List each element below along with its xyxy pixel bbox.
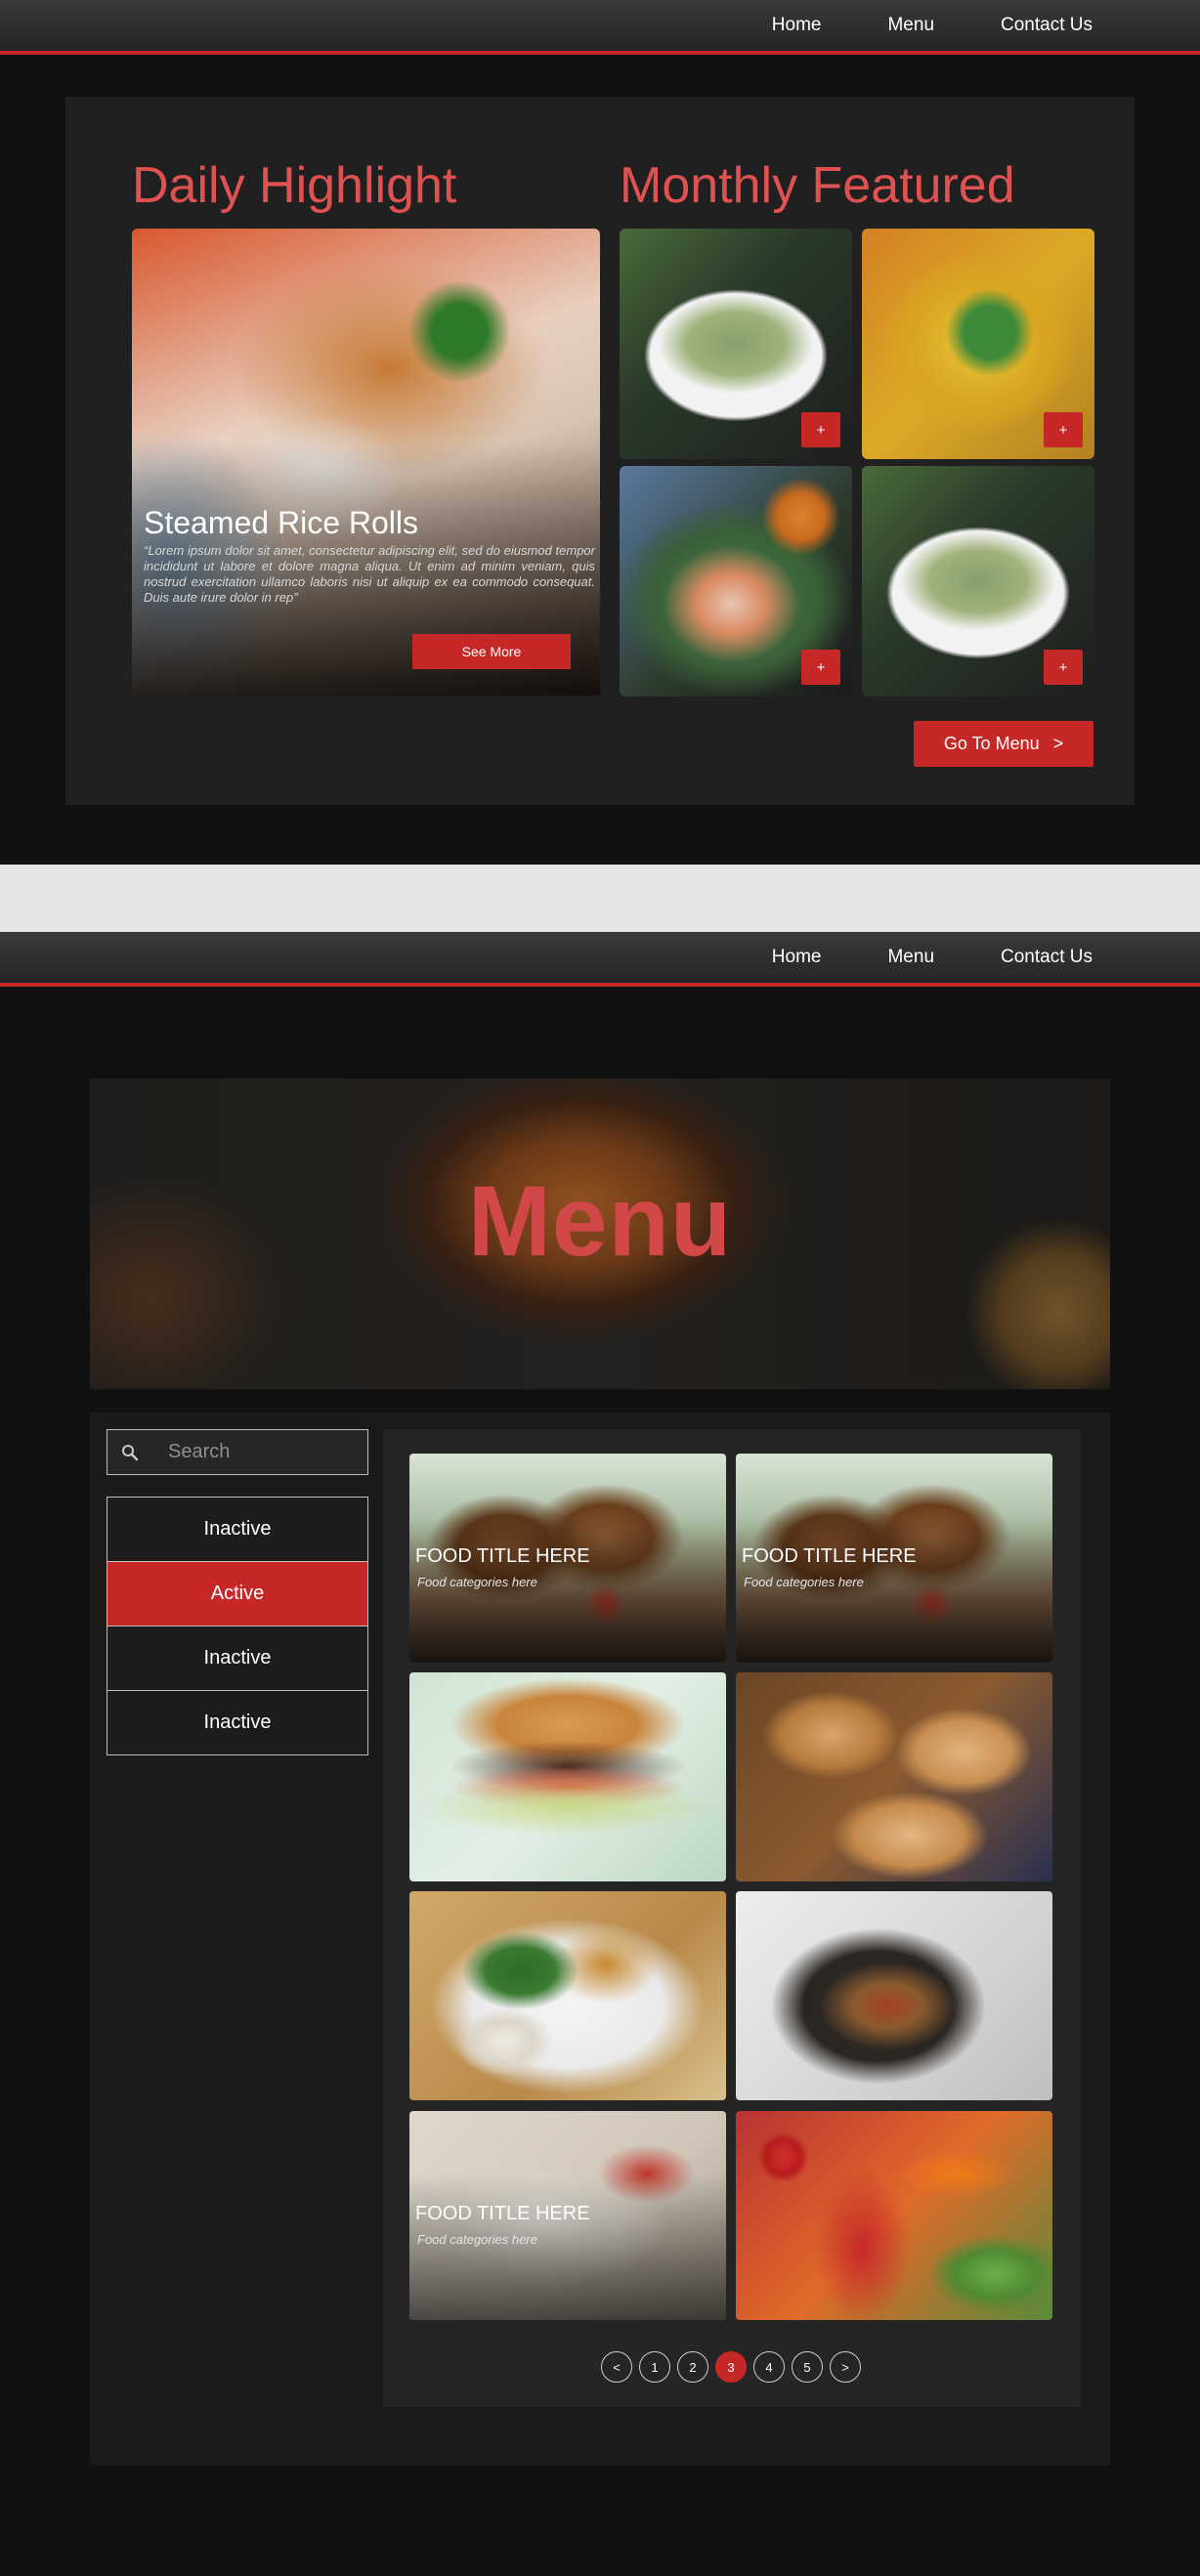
daily-highlight-heading: Daily Highlight bbox=[132, 157, 457, 214]
category-item[interactable]: Inactive bbox=[107, 1497, 368, 1562]
pagination-page-button[interactable]: 1 bbox=[639, 2351, 670, 2383]
menu-hero-banner: Menu bbox=[90, 1078, 1110, 1389]
food-tile[interactable] bbox=[409, 1891, 726, 2100]
category-item[interactable]: Inactive bbox=[107, 1626, 368, 1691]
food-tile[interactable] bbox=[736, 1672, 1052, 1881]
nav-contact-link[interactable]: Contact Us bbox=[1001, 15, 1093, 36]
add-button[interactable]: + bbox=[801, 650, 840, 685]
add-button[interactable]: + bbox=[1044, 412, 1083, 447]
nav-menu-link[interactable]: Menu bbox=[887, 15, 934, 36]
daily-dish-name: Steamed Rice Rolls bbox=[144, 505, 418, 540]
nav-home-link[interactable]: Home bbox=[772, 947, 822, 968]
plus-icon: + bbox=[816, 658, 826, 676]
plus-icon: + bbox=[816, 421, 826, 439]
pagination-page-button[interactable]: 5 bbox=[792, 2351, 823, 2383]
nav-home-link[interactable]: Home bbox=[772, 15, 822, 36]
chevron-right-icon: > bbox=[1052, 734, 1064, 753]
nav-links: Home Menu Contact Us bbox=[706, 0, 1093, 51]
food-category: Food categories here bbox=[744, 1575, 864, 1589]
pagination-next-button[interactable]: > bbox=[830, 2351, 861, 2383]
monthly-featured-heading: Monthly Featured bbox=[620, 157, 1015, 214]
menu-page-navbar: Home Menu Contact Us bbox=[0, 932, 1200, 987]
nav-menu-link[interactable]: Menu bbox=[887, 947, 934, 968]
search-placeholder: Search bbox=[168, 1441, 231, 1462]
food-category: Food categories here bbox=[417, 2232, 537, 2247]
menu-hero-title: Menu bbox=[467, 1165, 733, 1277]
search-icon bbox=[107, 1444, 152, 1461]
food-tile[interactable] bbox=[736, 1891, 1052, 2100]
add-button[interactable]: + bbox=[801, 412, 840, 447]
monthly-featured-tile[interactable]: + bbox=[620, 229, 852, 459]
food-tile[interactable] bbox=[736, 2111, 1052, 2320]
pagination-prev-button[interactable]: < bbox=[601, 2351, 632, 2383]
daily-highlight-card[interactable]: Steamed Rice Rolls “Lorem ipsum dolor si… bbox=[132, 229, 600, 696]
pagination: < 1 2 3 4 5 > bbox=[601, 2351, 868, 2383]
go-to-menu-button[interactable]: Go To Menu > bbox=[914, 721, 1093, 767]
food-title: FOOD TITLE HERE bbox=[415, 2203, 590, 2224]
plus-icon: + bbox=[1058, 421, 1068, 439]
pagination-page-button[interactable]: 2 bbox=[677, 2351, 708, 2383]
search-input[interactable]: Search bbox=[107, 1429, 368, 1475]
category-item-active[interactable]: Active bbox=[107, 1561, 368, 1626]
category-list: Inactive Active Inactive Inactive bbox=[107, 1497, 368, 1755]
monthly-featured-tile[interactable]: + bbox=[862, 466, 1094, 697]
pagination-page-button[interactable]: 4 bbox=[753, 2351, 785, 2383]
food-tile[interactable]: FOOD TITLE HERE Food categories here bbox=[736, 1454, 1052, 1663]
food-tile[interactable]: FOOD TITLE HERE Food categories here bbox=[409, 2111, 726, 2320]
food-tile[interactable]: FOOD TITLE HERE Food categories here bbox=[409, 1454, 726, 1663]
go-to-menu-label: Go To Menu bbox=[943, 734, 1040, 753]
food-category: Food categories here bbox=[417, 1575, 537, 1589]
monthly-featured-tile[interactable]: + bbox=[862, 229, 1094, 459]
category-item[interactable]: Inactive bbox=[107, 1690, 368, 1755]
food-title: FOOD TITLE HERE bbox=[742, 1545, 917, 1567]
food-title: FOOD TITLE HERE bbox=[415, 1545, 590, 1567]
monthly-featured-tile[interactable]: + bbox=[620, 466, 852, 697]
nav-contact-link[interactable]: Contact Us bbox=[1001, 947, 1093, 968]
see-more-button[interactable]: See More bbox=[412, 634, 571, 669]
daily-dish-description: “Lorem ipsum dolor sit amet, consectetur… bbox=[144, 543, 595, 605]
food-tile[interactable] bbox=[409, 1672, 726, 1881]
add-button[interactable]: + bbox=[1044, 650, 1083, 685]
plus-icon: + bbox=[1058, 658, 1068, 676]
pagination-current-page[interactable]: 3 bbox=[715, 2351, 747, 2383]
top-navbar: Home Menu Contact Us bbox=[0, 0, 1200, 55]
section-divider bbox=[0, 865, 1200, 932]
nav-links: Home Menu Contact Us bbox=[706, 932, 1093, 983]
